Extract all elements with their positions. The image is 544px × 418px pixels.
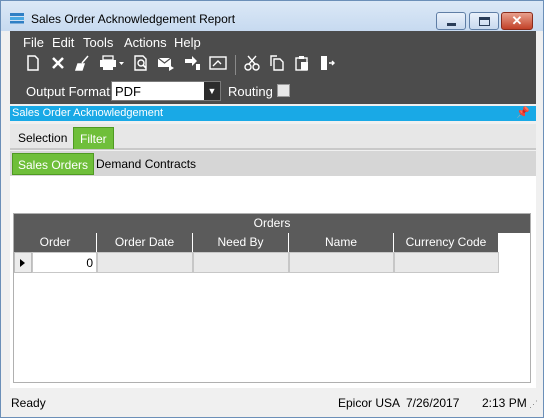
schedule-icon[interactable] xyxy=(208,55,228,75)
panel-title: Sales Order Acknowledgement xyxy=(12,107,164,119)
status-company: Epicor USA xyxy=(338,396,401,410)
pin-icon[interactable]: 📌 xyxy=(516,106,530,119)
exit-icon[interactable] xyxy=(317,55,337,75)
column-header-need-by[interactable]: Need By xyxy=(193,233,289,252)
orders-grid: Orders Order Order Date Need By Name Cur… xyxy=(13,213,531,383)
delete-icon[interactable] xyxy=(48,55,68,75)
status-text: Ready xyxy=(11,396,46,410)
maximize-icon xyxy=(479,17,490,26)
toolbar xyxy=(10,53,536,77)
minimize-icon xyxy=(447,23,456,26)
copy-icon[interactable] xyxy=(267,55,287,75)
output-format-label: Output Format: xyxy=(26,84,114,99)
column-header-order-date[interactable]: Order Date xyxy=(97,233,193,252)
minimize-button[interactable] xyxy=(436,12,466,30)
maximize-button[interactable] xyxy=(469,12,499,30)
cell-need-by[interactable] xyxy=(193,252,289,273)
column-header-order[interactable]: Order xyxy=(14,233,97,252)
print-icon[interactable] xyxy=(98,55,126,75)
routing-checkbox[interactable] xyxy=(277,84,290,97)
chevron-down-icon[interactable]: ▼ xyxy=(204,82,220,100)
close-icon: ✕ xyxy=(511,13,523,28)
current-row-icon xyxy=(20,259,25,267)
status-bar: Ready Epicor USA 7/26/2017 2:13 PM ⋰ xyxy=(1,391,543,417)
menu-edit[interactable]: Edit xyxy=(52,35,74,50)
menu-tools[interactable]: Tools xyxy=(83,35,113,50)
paste-icon[interactable] xyxy=(292,55,312,75)
report-window: Sales Order Acknowledgement Report ✕ Fil… xyxy=(0,0,544,418)
tab-selection[interactable]: Selection xyxy=(12,127,73,149)
output-format-select[interactable]: PDF ▼ xyxy=(111,81,221,101)
grid-group-header: Orders xyxy=(14,214,530,233)
row-selector[interactable] xyxy=(14,252,32,273)
new-icon[interactable] xyxy=(23,55,43,75)
grid-column-headers: Order Order Date Need By Name Currency C… xyxy=(14,233,499,252)
status-date: 7/26/2017 xyxy=(406,396,460,410)
close-button[interactable]: ✕ xyxy=(501,12,533,30)
sub-tabs: Sales Orders Demand Contracts xyxy=(10,151,536,176)
cell-order-date[interactable] xyxy=(97,252,193,273)
routing-label: Routing xyxy=(228,84,273,99)
cell-name[interactable] xyxy=(289,252,394,273)
title-bar: Sales Order Acknowledgement Report ✕ xyxy=(1,1,543,31)
filter-content: Orders Order Order Date Need By Name Cur… xyxy=(10,176,536,388)
tab-filter[interactable]: Filter xyxy=(73,127,114,149)
column-header-name[interactable]: Name xyxy=(289,233,394,252)
output-format-value: PDF xyxy=(115,84,141,99)
table-row[interactable]: 0 xyxy=(14,252,499,273)
cut-icon[interactable] xyxy=(242,55,262,75)
resize-grip-icon[interactable]: ⋰ xyxy=(529,399,539,409)
menu-help[interactable]: Help xyxy=(174,35,201,50)
menu-actions[interactable]: Actions xyxy=(124,35,167,50)
print-preview-icon[interactable] xyxy=(131,55,151,75)
toolbar-separator xyxy=(235,55,236,75)
window-title: Sales Order Acknowledgement Report xyxy=(31,12,236,26)
tab-demand-contracts[interactable]: Demand Contracts xyxy=(91,153,201,175)
menu-file[interactable]: File xyxy=(23,35,44,50)
panel-header: Sales Order Acknowledgement 📌 xyxy=(10,106,536,121)
app-icon xyxy=(10,13,24,24)
tab-sales-orders[interactable]: Sales Orders xyxy=(12,153,95,175)
status-time: 2:13 PM xyxy=(482,396,527,410)
send-email-icon[interactable] xyxy=(156,55,176,75)
clear-icon[interactable] xyxy=(73,55,93,75)
main-tabs: Selection Filter xyxy=(10,124,536,150)
cell-currency-code[interactable] xyxy=(394,252,499,273)
column-header-currency-code[interactable]: Currency Code xyxy=(394,233,499,252)
command-area: File Edit Tools Actions Help Output Form… xyxy=(10,31,536,104)
generate-icon[interactable] xyxy=(182,55,202,75)
cell-order[interactable]: 0 xyxy=(32,252,97,273)
